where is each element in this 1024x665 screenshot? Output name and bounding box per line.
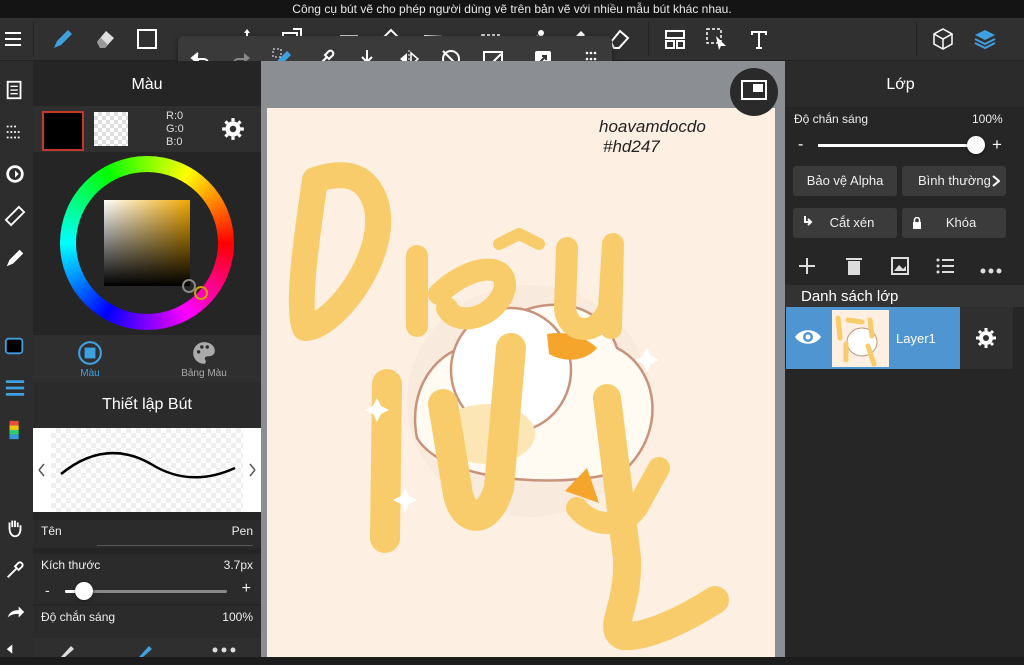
palette-icon	[193, 342, 215, 364]
layer-opacity-track[interactable]	[818, 144, 976, 147]
green-value: G:0	[166, 123, 184, 135]
hue-picker-handle[interactable]	[194, 286, 208, 300]
clipping-button[interactable]: Cắt xén	[793, 208, 897, 238]
rotate-canvas-icon[interactable]	[0, 159, 30, 189]
layer-list-title: Danh sách lớp	[801, 288, 899, 305]
brush-bottom-pen-icon	[61, 646, 74, 657]
brush-bottom-bar	[33, 638, 261, 657]
color-swatch-icon[interactable]	[0, 331, 30, 361]
color-panel-title: Màu	[131, 76, 163, 93]
navigator-button[interactable]	[730, 68, 778, 116]
brush-opacity-label: Độ chắn sáng	[41, 610, 116, 624]
artwork-illustration: hoavamdocdo #hd247	[288, 117, 729, 651]
hand-icon[interactable]	[0, 513, 30, 543]
brush-opacity-value: 100%	[222, 610, 253, 624]
layer-list-icon[interactable]	[936, 258, 954, 274]
pen-icon[interactable]	[48, 24, 78, 54]
signature-line1: hoavamdocdo	[599, 117, 706, 136]
color-settings-gear-icon[interactable]	[220, 116, 246, 142]
protect-alpha-button[interactable]: Bảo vệ Alpha	[793, 166, 897, 196]
share-icon[interactable]	[0, 597, 30, 627]
lock-label: Khóa	[945, 215, 977, 230]
layer-name: Layer1	[896, 331, 936, 346]
tab-palette-label: Bảng Màu	[181, 368, 227, 379]
brush-settings-header: Thiết lập Bút	[33, 382, 261, 428]
clipping-label: Cắt xén	[829, 215, 875, 230]
left-tool-strip	[0, 61, 33, 657]
layer-list-header: Danh sách lớp	[785, 285, 1024, 307]
saturation-value-square[interactable]	[104, 200, 190, 286]
color-tabs: Màu Bảng Màu	[33, 335, 261, 382]
menu-icon[interactable]	[0, 24, 30, 54]
lock-button[interactable]: Khóa	[902, 208, 1006, 238]
brush-bottom-settings-icon	[139, 646, 152, 657]
pen-sub-icon[interactable]	[0, 243, 30, 273]
layers-icon[interactable]	[970, 24, 1000, 54]
brush-size-slider-knob[interactable]	[75, 582, 94, 600]
clipping-icon	[804, 216, 813, 226]
background-color-swatch[interactable]	[94, 112, 128, 146]
layer-opacity-plus[interactable]: +	[992, 135, 1002, 155]
brush-size-value: 3.7px	[223, 558, 253, 572]
tab-color-label: Màu	[80, 368, 100, 379]
ruler-icon[interactable]	[0, 201, 30, 231]
chevron-right-icon	[992, 175, 1000, 187]
layer-thumbnail	[832, 310, 889, 367]
layer-opacity-slider-knob[interactable]	[967, 136, 985, 154]
lock-icon	[913, 217, 921, 229]
artwork-canvas[interactable]: hoavamdocdo #hd247	[267, 108, 775, 657]
layer-row[interactable]: Layer1	[786, 307, 960, 369]
brush-name-row[interactable]: Tên Pen	[33, 520, 261, 548]
signature-line2: #hd247	[603, 137, 660, 156]
brush-size-label: Kích thước	[41, 558, 101, 572]
text-icon[interactable]	[744, 24, 774, 54]
tab-color[interactable]: Màu	[33, 335, 147, 382]
brush-name-label: Tên	[41, 524, 62, 538]
layer-panel-header: Lớp	[785, 61, 1024, 107]
eraser-icon[interactable]	[90, 24, 120, 54]
rectangle-icon[interactable]	[132, 24, 162, 54]
color-wheel[interactable]	[60, 156, 234, 330]
layer-opacity-minus[interactable]: -	[798, 136, 803, 154]
eyedropper-strip-icon[interactable]	[0, 555, 30, 585]
brush-list-icon[interactable]	[0, 373, 30, 403]
tooltip-caption: Công cụ bút vẽ cho phép người dùng vẽ tr…	[0, 0, 1024, 18]
blend-mode-label: Bình thường	[918, 173, 991, 188]
document-icon[interactable]	[0, 75, 30, 105]
brush-size-minus[interactable]: -	[45, 582, 50, 598]
add-layer-icon[interactable]	[797, 256, 817, 276]
blue-value: B:0	[166, 136, 183, 148]
layer-panel-title: Lớp	[886, 76, 915, 93]
layer-opacity-label: Độ chắn sáng	[794, 112, 869, 126]
brush-settings-title: Thiết lập Bút	[102, 396, 192, 413]
select-arrow-icon[interactable]	[702, 24, 732, 54]
gear-icon	[976, 328, 996, 348]
layer-settings-button[interactable]	[960, 307, 1013, 369]
brush-preview[interactable]	[33, 428, 261, 512]
tab-palette[interactable]: Bảng Màu	[147, 335, 261, 382]
layer-opacity-fill	[818, 144, 976, 147]
eye-icon[interactable]	[793, 326, 823, 348]
brush-name-value: Pen	[231, 524, 253, 538]
foreground-color-swatch[interactable]	[42, 111, 84, 151]
delete-layer-icon[interactable]	[845, 256, 863, 276]
undo-strip-icon[interactable]	[0, 635, 30, 665]
red-value: R:0	[166, 110, 184, 122]
brush-size-plus[interactable]: +	[242, 580, 251, 598]
layer-opacity-value: 100%	[972, 112, 1003, 126]
navigator-icon	[741, 80, 767, 100]
brush-next-arrow-icon	[249, 463, 256, 477]
3d-material-icon[interactable]	[928, 24, 958, 54]
brush-bottom-more-icon	[212, 647, 236, 653]
layer-image-icon[interactable]	[890, 256, 910, 276]
selection-list-icon[interactable]	[0, 117, 30, 147]
layer-more-icon[interactable]	[980, 262, 1002, 274]
brush-size-row: Kích thước 3.7px - +	[33, 554, 261, 604]
layout-icon[interactable]	[660, 24, 690, 54]
blend-mode-button[interactable]: Bình thường	[902, 166, 1006, 196]
brush-prev-arrow-icon	[38, 463, 45, 477]
palette-strip-icon[interactable]	[0, 415, 30, 445]
